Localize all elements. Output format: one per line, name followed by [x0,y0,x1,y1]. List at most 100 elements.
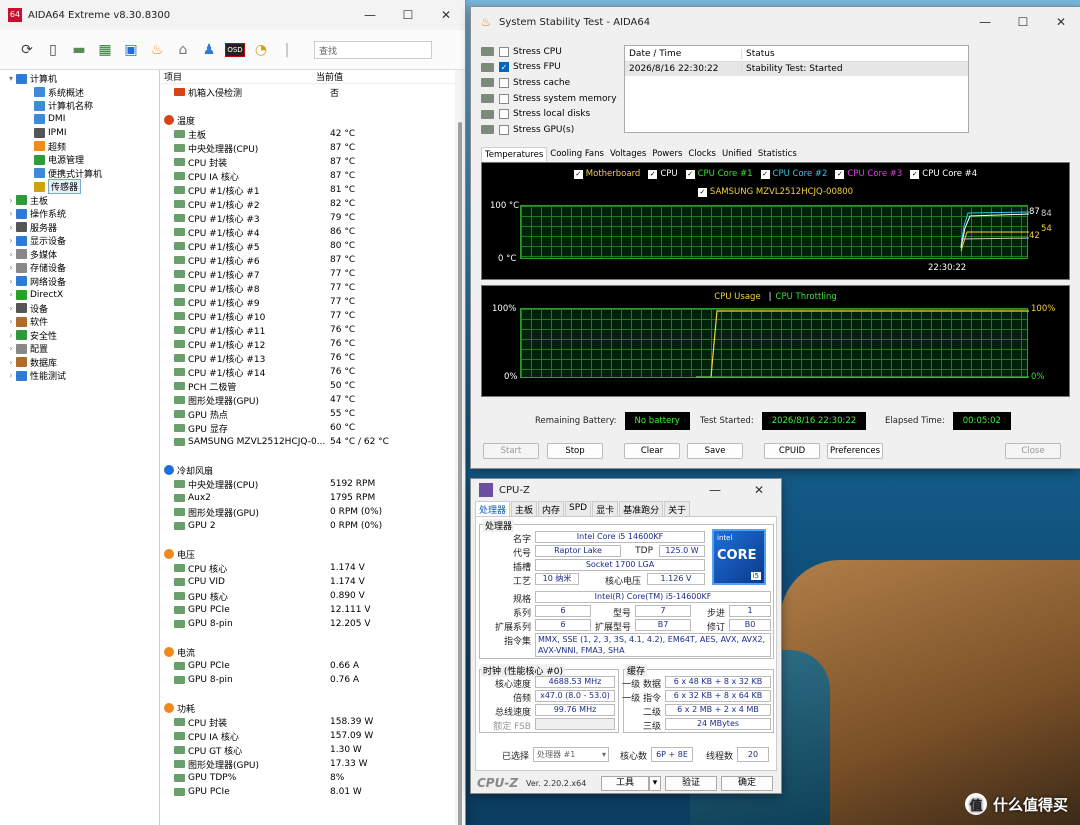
expand-chevron-icon[interactable]: › [6,317,16,326]
close-button[interactable]: ✕ [737,483,781,497]
sidebar-item[interactable]: › 数据库 [0,356,159,370]
list-item[interactable]: CPU #1/核心 #9 77 °C [160,295,465,309]
sidebar-item[interactable]: › 存储设备 [0,261,159,275]
scrollbar-thumb[interactable] [458,122,462,825]
list-item[interactable]: 主板 42 °C [160,127,465,141]
legend-item[interactable]: ✓ CPU Core #3 [835,169,902,179]
sidebar-item[interactable]: DMI [0,113,159,127]
legend-item[interactable]: ✓ CPU Core #1 [685,169,753,179]
list-item[interactable]: GPU 显存 60 °C [160,421,465,435]
legend-item[interactable]: ✓ CPU Core #2 [760,169,827,179]
sidebar-item[interactable]: 电源管理 [0,153,159,167]
sidebar-item[interactable]: 便携式计算机 [0,167,159,181]
osd-icon[interactable]: OSD [222,38,248,62]
list-item[interactable]: CPU 核心 1.174 V [160,561,465,575]
save-button[interactable]: Save [687,443,743,459]
list-item[interactable]: GPU 2 0 RPM (0%) [160,519,465,533]
sidebar-item[interactable]: › DirectX [0,288,159,302]
expand-chevron-icon[interactable]: ▾ [6,74,16,83]
tab-statistics[interactable]: Statistics [755,147,800,161]
close-button[interactable]: ✕ [1042,15,1080,29]
tab-temperatures[interactable]: Temperatures [481,147,548,161]
validate-button[interactable]: 验证 [665,776,717,791]
stress-option[interactable]: ✓ Stress FPU [481,60,617,76]
sidebar-item[interactable]: 传感器 [0,179,159,195]
list-item[interactable]: 机箱入侵检测 否 [160,85,465,99]
sidebar-item[interactable]: › 性能测试 [0,369,159,383]
tab-voltages[interactable]: Voltages [607,147,649,161]
sidebar-item[interactable]: › 操作系统 [0,207,159,221]
expand-chevron-icon[interactable]: › [6,304,16,313]
memory-icon[interactable]: ▦ [92,38,118,62]
minimize-button[interactable]: — [351,8,389,22]
refresh-icon[interactable]: ⟳ [14,38,40,62]
minimize-button[interactable]: — [966,15,1004,29]
vertical-scrollbar[interactable] [455,70,465,825]
list-item[interactable]: CPU GT 核心 1.30 W [160,743,465,757]
list-item[interactable]: Aux2 1795 RPM [160,491,465,505]
expand-chevron-icon[interactable]: › [6,358,16,367]
motherboard-icon[interactable]: ▬ [66,38,92,62]
log-row[interactable]: 2026/8/16 22:30:22 Stability Test: Starte… [625,62,968,76]
expand-chevron-icon[interactable]: › [6,331,16,340]
legend-item[interactable]: ✓ CPU [648,169,678,179]
sidebar-item[interactable]: › 主板 [0,194,159,208]
list-item[interactable]: GPU PCIe 0.66 A [160,659,465,673]
maximize-button[interactable]: ☐ [389,8,427,22]
sidebar-item[interactable]: › 服务器 [0,221,159,235]
list-item[interactable]: 图形处理器(GPU) 17.33 W [160,757,465,771]
tab-unified[interactable]: Unified [719,147,755,161]
tab-cooling-fans[interactable]: Cooling Fans [547,147,607,161]
list-item[interactable]: CPU #1/核心 #3 79 °C [160,211,465,225]
expand-chevron-icon[interactable]: › [6,290,16,299]
expand-chevron-icon[interactable]: › [6,263,16,272]
search-input[interactable]: 查找 [314,40,432,59]
sidebar-item[interactable]: › 软件 [0,315,159,329]
list-item[interactable]: CPU #1/核心 #6 87 °C [160,253,465,267]
network-icon[interactable]: ▣ [118,38,144,62]
stress-checkbox[interactable] [499,93,509,104]
tools-button[interactable]: 工具 [601,776,649,791]
stress-option[interactable]: Stress system memory [481,91,617,107]
sidebar-item[interactable]: IPMI [0,126,159,140]
stress-option[interactable]: Stress GPU(s) [481,122,617,138]
list-item[interactable]: CPU #1/核心 #5 80 °C [160,239,465,253]
list-item[interactable]: CPU #1/核心 #8 77 °C [160,281,465,295]
tab-powers[interactable]: Powers [649,147,685,161]
list-item[interactable]: 中央处理器(CPU) 87 °C [160,141,465,155]
list-item[interactable]: CPU #1/核心 #13 76 °C [160,351,465,365]
sidebar-item[interactable]: 超频 [0,140,159,154]
list-item[interactable]: CPU #1/核心 #10 77 °C [160,309,465,323]
sidebar-item[interactable]: 系统概述 [0,86,159,100]
tower-icon[interactable]: ⌂ [170,38,196,62]
stress-checkbox[interactable] [499,46,509,57]
sidebar-item[interactable]: › 显示设备 [0,234,159,248]
stress-checkbox[interactable]: ✓ [499,62,509,73]
minimize-button[interactable]: — [693,483,737,497]
list-item[interactable]: GPU PCIe 8.01 W [160,785,465,799]
cpuz-tab[interactable]: 显卡 [592,501,619,517]
list-item[interactable]: GPU PCIe 12.111 V [160,603,465,617]
expand-chevron-icon[interactable]: › [6,344,16,353]
stress-option[interactable]: Stress cache [481,75,617,91]
list-item[interactable]: CPU #1/核心 #7 77 °C [160,267,465,281]
report-icon[interactable]: ▯ [40,38,66,62]
stress-option[interactable]: Stress local disks [481,106,617,122]
list-item[interactable]: CPU IA 核心 157.09 W [160,729,465,743]
list-item[interactable]: PCH 二极管 50 °C [160,379,465,393]
user-icon[interactable]: ♟ [196,38,222,62]
tools-dropdown-icon[interactable]: ▾ [649,776,661,791]
list-item[interactable]: CPU #1/核心 #14 76 °C [160,365,465,379]
sidebar-item[interactable]: 计算机名称 [0,99,159,113]
cpuz-tab[interactable]: 基准跑分 [619,501,664,517]
cpuz-tab[interactable]: 关于 [664,501,691,517]
sidebar-item[interactable]: ▾ 计算机 [0,72,159,86]
stop-button[interactable]: Stop [547,443,603,459]
list-item[interactable]: GPU 核心 0.890 V [160,589,465,603]
expand-chevron-icon[interactable]: › [6,371,16,380]
preferences-button[interactable]: Preferences [827,443,883,459]
sidebar-item[interactable]: › 配置 [0,342,159,356]
legend-item[interactable]: ✓ Motherboard [573,169,640,179]
list-item[interactable]: GPU 8-pin 0.76 A [160,673,465,687]
list-item[interactable]: 图形处理器(GPU) 0 RPM (0%) [160,505,465,519]
